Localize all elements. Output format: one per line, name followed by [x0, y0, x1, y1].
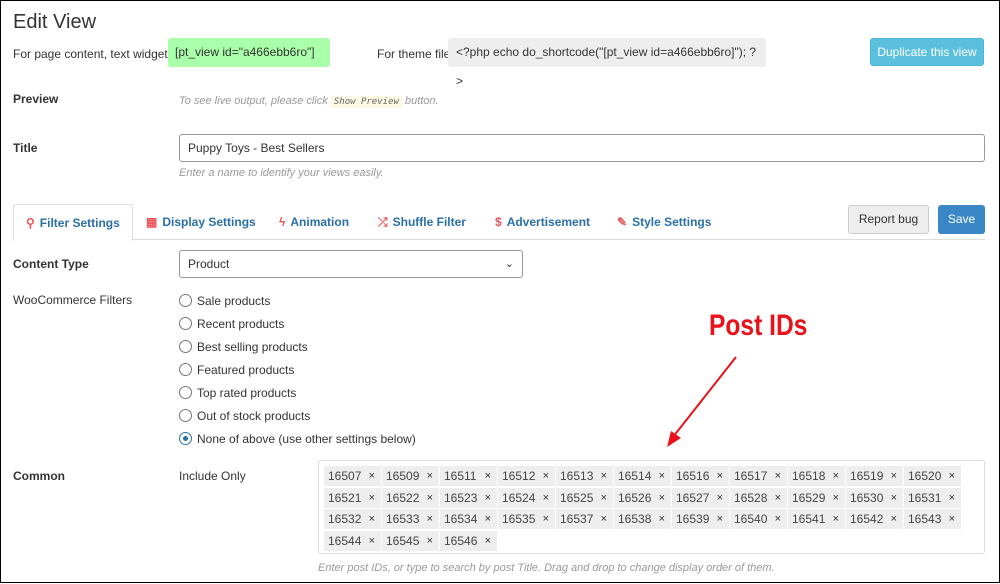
arrow-head — [667, 431, 681, 447]
annotation-arrow — [667, 356, 737, 447]
arrow-line — [672, 356, 737, 438]
